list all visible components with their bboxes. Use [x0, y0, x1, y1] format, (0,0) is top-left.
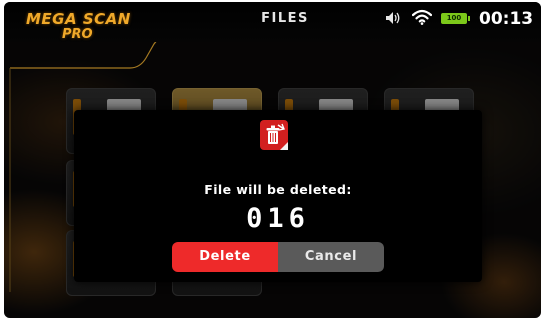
wifi-icon[interactable]: [412, 9, 432, 25]
delete-button[interactable]: Delete: [172, 242, 278, 272]
cancel-button[interactable]: Cancel: [278, 242, 384, 272]
delete-confirm-dialog: File will be deleted: 016 Delete Cancel: [74, 110, 482, 282]
page-title: FILES: [261, 11, 309, 26]
file-name: 016: [246, 203, 310, 234]
logo-line1: MEGA SCAN: [26, 10, 131, 28]
battery-icon: 100: [441, 13, 470, 24]
speaker-icon[interactable]: [385, 11, 401, 25]
logo-line2: PRO: [62, 27, 93, 42]
top-bar: MEGA SCAN PRO FILES 100 00:13: [4, 2, 541, 42]
dialog-message: File will be deleted:: [204, 182, 352, 197]
trash-delete-icon: [260, 120, 288, 150]
device-screen: MEGA SCAN PRO FILES 100 00:13 File will …: [4, 2, 541, 318]
clock: 00:13: [479, 9, 534, 29]
